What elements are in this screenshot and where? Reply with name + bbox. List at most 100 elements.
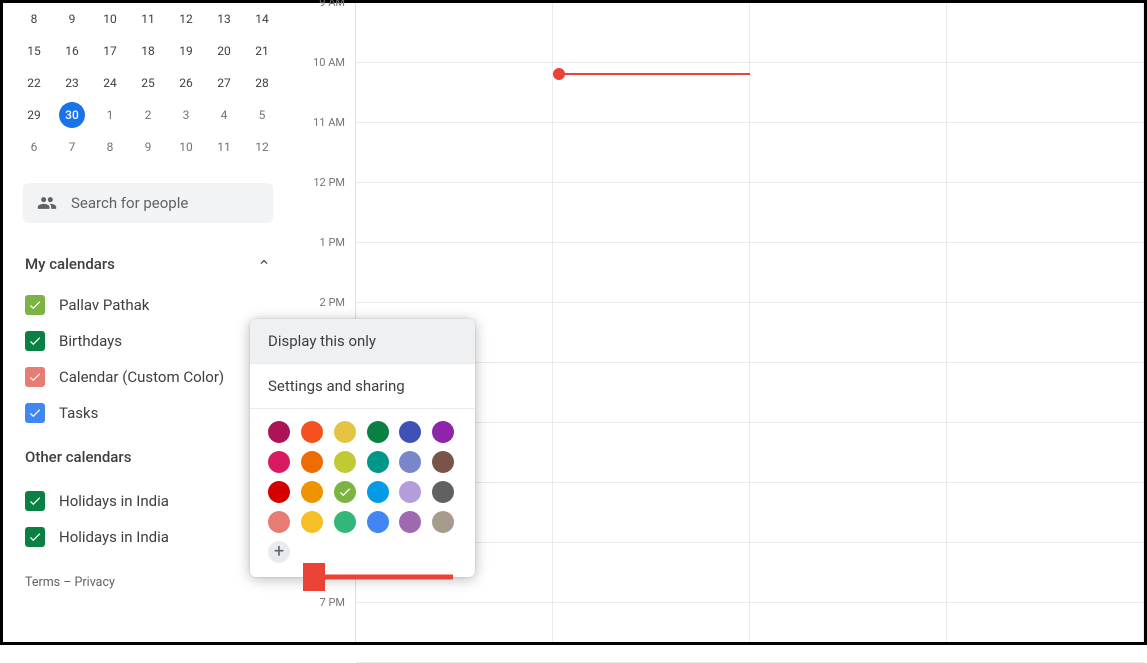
menu-display-only[interactable]: Display this only: [250, 319, 475, 363]
mini-cal-day[interactable]: 12: [167, 3, 205, 35]
mini-cal-day[interactable]: 23: [53, 67, 91, 99]
color-swatch[interactable]: [301, 481, 323, 503]
mini-cal-day[interactable]: 11: [129, 3, 167, 35]
calendar-label: Tasks: [59, 404, 98, 422]
color-swatch[interactable]: [399, 451, 421, 473]
color-swatch[interactable]: [301, 421, 323, 443]
calendar-item[interactable]: Tasks: [15, 395, 281, 431]
day-column[interactable]: [947, 3, 1144, 642]
mini-cal-day[interactable]: 16: [53, 35, 91, 67]
mini-cal-day[interactable]: 24: [91, 67, 129, 99]
calendar-item[interactable]: Holidays in India: [15, 483, 281, 519]
check-icon: [28, 406, 42, 420]
color-swatch[interactable]: [334, 421, 356, 443]
check-icon: [28, 530, 42, 544]
calendar-checkbox[interactable]: [25, 367, 45, 387]
color-swatch[interactable]: [432, 511, 454, 533]
calendar-checkbox[interactable]: [25, 403, 45, 423]
mini-cal-day[interactable]: 10: [91, 3, 129, 35]
mini-cal-day[interactable]: 21: [243, 35, 281, 67]
mini-cal-day[interactable]: 8: [15, 3, 53, 35]
calendar-item[interactable]: Calendar (Custom Color): [15, 359, 281, 395]
mini-cal-day[interactable]: 10: [167, 131, 205, 163]
mini-cal-day[interactable]: 13: [205, 3, 243, 35]
calendar-item[interactable]: Holidays in India: [15, 519, 281, 555]
calendar-label: Pallav Pathak: [59, 296, 149, 314]
current-time-indicator: [553, 73, 750, 75]
color-swatch[interactable]: [399, 421, 421, 443]
mini-cal-day[interactable]: 25: [129, 67, 167, 99]
time-label: 9 AM: [293, 3, 345, 63]
calendar-item[interactable]: Birthdays: [15, 323, 281, 359]
mini-cal-day[interactable]: 29: [15, 99, 53, 131]
mini-cal-day[interactable]: 4: [205, 99, 243, 131]
mini-cal-day[interactable]: 11: [205, 131, 243, 163]
mini-cal-day[interactable]: 27: [205, 67, 243, 99]
my-calendars-header[interactable]: My calendars: [11, 243, 285, 285]
mini-cal-day[interactable]: 20: [205, 35, 243, 67]
mini-cal-day[interactable]: 19: [167, 35, 205, 67]
color-swatch[interactable]: [367, 481, 389, 503]
color-swatch[interactable]: [301, 511, 323, 533]
calendar-checkbox[interactable]: [25, 295, 45, 315]
other-calendars-header[interactable]: Other calendars: [11, 433, 285, 481]
calendar-checkbox[interactable]: [25, 527, 45, 547]
time-label: 12 PM: [293, 183, 345, 243]
color-swatch[interactable]: [334, 451, 356, 473]
mini-cal-day[interactable]: 14: [243, 3, 281, 35]
color-swatch[interactable]: [367, 511, 389, 533]
color-swatch[interactable]: [432, 421, 454, 443]
calendar-item[interactable]: Pallav Pathak: [15, 287, 281, 323]
mini-cal-day[interactable]: 6: [15, 131, 53, 163]
color-picker: [250, 409, 475, 535]
section-title: My calendars: [25, 255, 115, 273]
mini-cal-day[interactable]: 1: [91, 99, 129, 131]
mini-cal-day[interactable]: 15: [15, 35, 53, 67]
color-swatch[interactable]: [268, 451, 290, 473]
color-swatch[interactable]: [268, 511, 290, 533]
footer-links: Terms – Privacy: [11, 557, 285, 590]
color-swatch[interactable]: [334, 511, 356, 533]
calendar-checkbox[interactable]: [25, 491, 45, 511]
color-swatch[interactable]: [367, 451, 389, 473]
mini-cal-day[interactable]: 8: [91, 131, 129, 163]
privacy-link[interactable]: Privacy: [75, 575, 115, 590]
color-swatch[interactable]: [399, 511, 421, 533]
mini-cal-day[interactable]: 9: [53, 3, 91, 35]
mini-cal-day[interactable]: 28: [243, 67, 281, 99]
color-swatch[interactable]: [268, 481, 290, 503]
mini-cal-day[interactable]: 17: [91, 35, 129, 67]
mini-cal-day[interactable]: 12: [243, 131, 281, 163]
color-swatch[interactable]: [301, 451, 323, 473]
mini-cal-day[interactable]: 22: [15, 67, 53, 99]
section-title: Other calendars: [25, 448, 131, 466]
day-column[interactable]: [553, 3, 750, 642]
color-swatch[interactable]: [334, 481, 356, 503]
calendar-label: Birthdays: [59, 332, 122, 350]
mini-cal-day[interactable]: 5: [243, 99, 281, 131]
menu-settings-sharing[interactable]: Settings and sharing: [250, 364, 475, 408]
color-swatch[interactable]: [399, 481, 421, 503]
mini-cal-day[interactable]: 7: [53, 131, 91, 163]
calendar-label: Calendar (Custom Color): [59, 368, 224, 386]
check-icon: [28, 494, 42, 508]
mini-cal-day[interactable]: 2: [129, 99, 167, 131]
mini-cal-day[interactable]: 9: [129, 131, 167, 163]
mini-cal-day[interactable]: 18: [129, 35, 167, 67]
mini-cal-day[interactable]: 30: [59, 102, 85, 128]
color-swatch[interactable]: [367, 421, 389, 443]
mini-cal-day[interactable]: 26: [167, 67, 205, 99]
day-column[interactable]: [750, 3, 947, 642]
color-swatch[interactable]: [432, 451, 454, 473]
color-swatch[interactable]: [432, 481, 454, 503]
add-custom-color-button[interactable]: +: [268, 541, 290, 563]
search-people[interactable]: Search for people: [23, 183, 273, 223]
mini-calendar: 8910111213141516171819202122232425262728…: [11, 3, 285, 177]
terms-link[interactable]: Terms: [25, 575, 60, 590]
time-label: 11 AM: [293, 123, 345, 183]
color-swatch[interactable]: [268, 421, 290, 443]
calendar-checkbox[interactable]: [25, 331, 45, 351]
mini-cal-day[interactable]: 3: [167, 99, 205, 131]
chevron-up-icon[interactable]: [253, 251, 275, 277]
current-time-dot: [553, 68, 565, 80]
